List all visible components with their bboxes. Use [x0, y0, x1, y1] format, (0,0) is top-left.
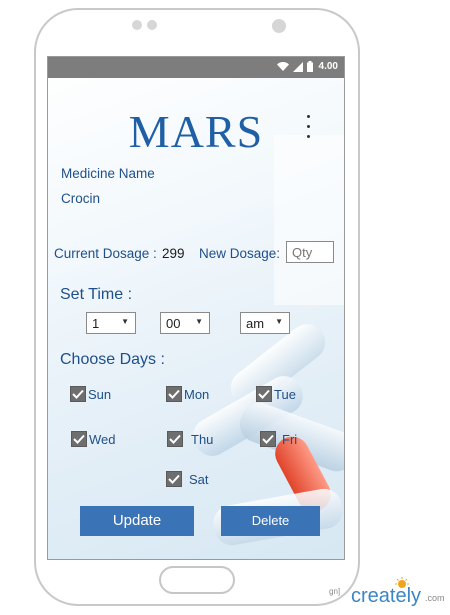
watermark-suffix: .com: [425, 593, 445, 603]
wifi-icon: [276, 61, 289, 71]
app-screen: 4.00 MARS Medicine Name Crocin Current D…: [47, 56, 345, 560]
day-label: Fri: [282, 431, 298, 447]
update-button[interactable]: Update: [80, 506, 194, 536]
chevron-down-icon: ▼: [121, 317, 129, 326]
minute-select[interactable]: 00 ▼: [160, 312, 210, 334]
minute-value: 00: [166, 316, 181, 331]
front-sensor-right: [147, 20, 157, 30]
checkbox-checked-icon[interactable]: [260, 431, 276, 447]
day-checkbox-tue[interactable]: Tue: [256, 386, 296, 402]
hour-value: 1: [92, 316, 100, 331]
set-time-heading: Set Time :: [60, 286, 133, 303]
chevron-down-icon: ▼: [195, 317, 203, 326]
current-dosage-value: 299: [162, 246, 185, 261]
more-vertical-icon[interactable]: [303, 115, 313, 145]
period-value: am: [246, 316, 265, 331]
creately-watermark: gn] creately .com: [329, 577, 447, 607]
medicine-name-label: Medicine Name: [61, 166, 155, 181]
day-label: Wed: [89, 431, 116, 447]
status-time: 4.00: [318, 61, 338, 72]
checkbox-checked-icon[interactable]: [70, 386, 86, 402]
day-label: Sun: [88, 386, 112, 402]
day-checkbox-wed[interactable]: Wed: [71, 431, 116, 447]
front-sensor-left: [132, 20, 142, 30]
signal-icon: [292, 61, 303, 72]
checkbox-checked-icon[interactable]: [167, 431, 183, 447]
current-dosage-label: Current Dosage :: [54, 246, 157, 261]
day-checkbox-fri[interactable]: Fri: [260, 431, 297, 447]
medicine-name-value: Crocin: [61, 191, 101, 206]
hour-select[interactable]: 1 ▼: [86, 312, 136, 334]
period-select[interactable]: am ▼: [240, 312, 290, 334]
choose-days-heading: Choose Days :: [60, 351, 165, 368]
status-bar: 4.00: [48, 57, 344, 78]
day-checkbox-thu[interactable]: Thu: [167, 431, 213, 447]
day-checkbox-mon[interactable]: Mon: [166, 386, 209, 402]
new-dosage-input[interactable]: [286, 241, 334, 263]
front-camera: [272, 19, 286, 33]
new-dosage-label: New Dosage:: [199, 246, 281, 261]
delete-button[interactable]: Delete: [221, 506, 320, 536]
day-checkbox-sat[interactable]: Sat: [166, 471, 209, 487]
day-label: Mon: [184, 386, 210, 402]
watermark-brand: creately: [351, 585, 422, 607]
app-title: MARS: [128, 106, 264, 157]
day-label: Thu: [191, 431, 214, 447]
battery-icon: [306, 61, 313, 72]
chevron-down-icon: ▼: [275, 317, 283, 326]
watermark-fragment: gn]: [329, 587, 341, 596]
day-label: Sat: [189, 471, 209, 487]
day-checkbox-sun[interactable]: Sun: [70, 386, 111, 402]
home-button[interactable]: [159, 566, 235, 594]
checkbox-checked-icon[interactable]: [71, 431, 87, 447]
checkbox-checked-icon[interactable]: [166, 471, 182, 487]
checkbox-checked-icon[interactable]: [166, 386, 182, 402]
day-label: Tue: [274, 386, 296, 402]
checkbox-checked-icon[interactable]: [256, 386, 272, 402]
